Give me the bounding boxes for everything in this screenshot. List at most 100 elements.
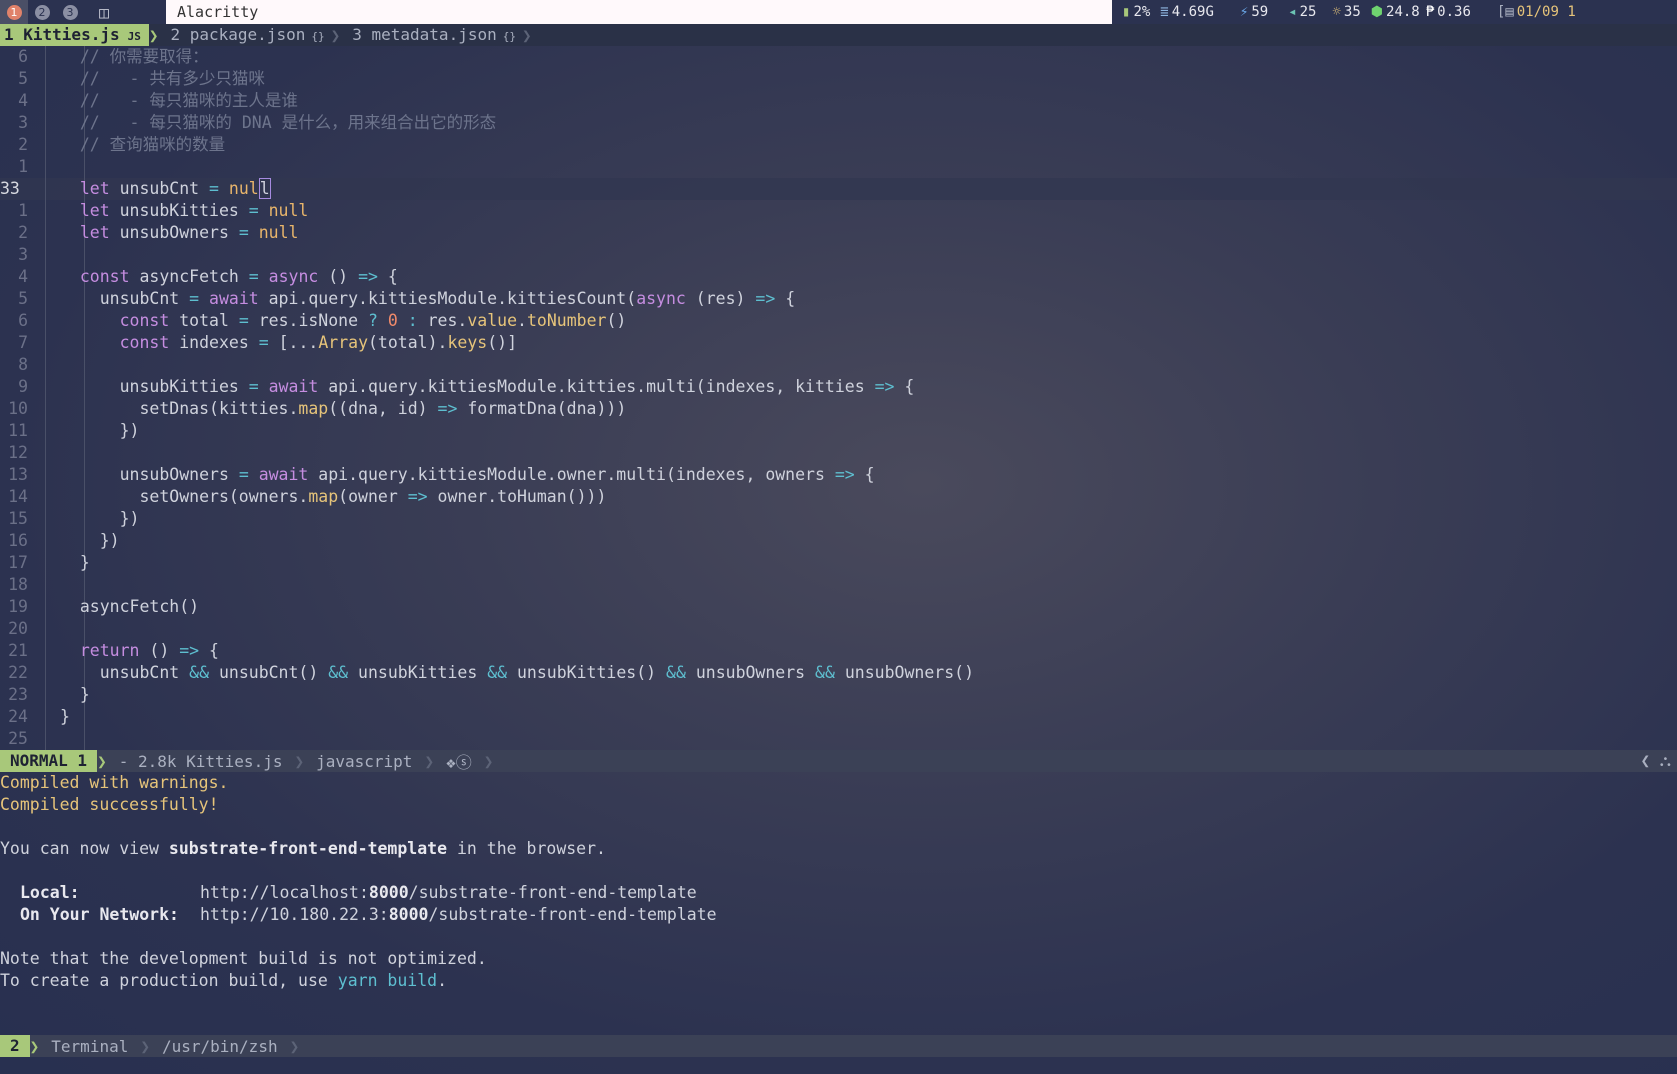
- code-token: unsubKitties: [119, 201, 249, 220]
- workspace-2[interactable]: 2: [28, 0, 56, 24]
- code-line[interactable]: 8: [0, 354, 1677, 376]
- code-token: unsubOwners: [119, 223, 239, 242]
- code-line[interactable]: 17 }: [0, 552, 1677, 574]
- workspace-1[interactable]: 1: [0, 0, 28, 24]
- line-number: 9: [18, 377, 28, 396]
- code-line[interactable]: 15 }): [0, 508, 1677, 530]
- indent-guide: [45, 112, 46, 134]
- tab-package-json[interactable]: 2 package.json{}: [158, 24, 330, 46]
- line-number: 19: [8, 597, 28, 616]
- code-editor[interactable]: 6 // 你需要取得： 5 // - 共有多少只猫咪 4 // - 每只猫咪的主人是…: [0, 46, 1677, 750]
- code-token: =>: [874, 377, 905, 396]
- code-line[interactable]: 14 setOwners(owners.map(owner => owner.t…: [0, 486, 1677, 508]
- window-title: Alacritty: [166, 0, 1112, 24]
- code-line[interactable]: 5 // - 共有多少只猫咪: [0, 68, 1677, 90]
- code-line[interactable]: 12: [0, 442, 1677, 464]
- code-text: asyncFetch(): [60, 596, 199, 618]
- statusline-separator: ❯: [140, 1036, 150, 1056]
- code-line[interactable]: 21 return () => {: [0, 640, 1677, 662]
- code-text: // 查询猫咪的数量: [60, 134, 225, 156]
- line-number: 25: [8, 729, 28, 748]
- code-line[interactable]: 33 let unsubCnt = null: [0, 178, 1677, 200]
- code-line[interactable]: 6 const total = res.isNone ? 0 : res.val…: [0, 310, 1677, 332]
- indent-guide: [45, 618, 46, 640]
- code-line[interactable]: 4 // - 每只猫咪的主人是谁: [0, 90, 1677, 112]
- indent-guide: [45, 310, 46, 332]
- line-number: 17: [8, 553, 28, 572]
- line-number: 12: [8, 443, 28, 462]
- indent-guide: [84, 574, 85, 596]
- filetype: javascript: [316, 751, 413, 771]
- code-line[interactable]: 20: [0, 618, 1677, 640]
- code-token: api.query.kittiesModule.kitties.multi(in…: [328, 377, 875, 396]
- code-text: // - 每只猫咪的主人是谁: [60, 90, 298, 112]
- tab-separator: ❯: [148, 25, 159, 45]
- tab-kitties-js[interactable]: 1 Kitties.js JS: [0, 24, 149, 46]
- code-token: indexes: [179, 333, 259, 352]
- code-token: setDnas(kitties.: [60, 399, 299, 418]
- code-line[interactable]: 19 asyncFetch(): [0, 596, 1677, 618]
- code-text: // 你需要取得：: [60, 46, 209, 68]
- code-line[interactable]: 13 unsubOwners = await api.query.kitties…: [0, 464, 1677, 486]
- code-line[interactable]: 2 // 查询猫咪的数量: [0, 134, 1677, 156]
- line-number: 1: [18, 157, 28, 176]
- indent-guide: [84, 442, 85, 464]
- code-token: [...: [278, 333, 319, 352]
- code-line[interactable]: 6 // 你需要取得：: [0, 46, 1677, 68]
- code-line[interactable]: 3 // - 每只猫咪的 DNA 是什么，用来组合出它的形态: [0, 112, 1677, 134]
- code-token: formatDna(dna))): [467, 399, 627, 418]
- indent-guide: [45, 640, 46, 662]
- code-line[interactable]: 9 unsubKitties = await api.query.kitties…: [0, 376, 1677, 398]
- code-line[interactable]: 2 let unsubOwners = null: [0, 222, 1677, 244]
- code-line[interactable]: 18: [0, 574, 1677, 596]
- code-line[interactable]: 1: [0, 156, 1677, 178]
- indent-guide: [45, 134, 46, 156]
- code-token: (): [606, 311, 627, 330]
- battery-status: ▮ 2%: [1122, 4, 1151, 20]
- indent-guide: [84, 244, 85, 266]
- status-bar: ▮ 2% ≣ 4.69G ⚡ 59 ◂ 25 ☼ 35 ⬢ 24.8 ₱ 0.36 [▤ 01/…: [1112, 0, 1576, 24]
- line-number: 20: [8, 619, 28, 638]
- indent-guide: [45, 530, 46, 552]
- local-url[interactable]: http://localhost:8000/substrate-front-en…: [200, 883, 697, 902]
- tab-metadata-json[interactable]: 3 metadata.json{}: [340, 24, 522, 46]
- code-token: unsubKitties: [358, 663, 488, 682]
- indent-guide: [45, 178, 46, 200]
- text-cursor: l: [258, 178, 271, 199]
- power-status: ⚡ 59: [1239, 4, 1269, 20]
- code-line[interactable]: 16 }): [0, 530, 1677, 552]
- code-line[interactable]: 11 }): [0, 420, 1677, 442]
- code-text: unsubCnt && unsubCnt() && unsubKitties &…: [60, 662, 974, 684]
- code-token: api.query.kittiesModule.owner.multi(inde…: [318, 465, 835, 484]
- code-line[interactable]: 22 unsubCnt && unsubCnt() && unsubKittie…: [0, 662, 1677, 684]
- workspace-3[interactable]: 3: [56, 0, 84, 24]
- code-line[interactable]: 23 }: [0, 684, 1677, 706]
- load-icon: ₱: [1425, 4, 1435, 20]
- code-line[interactable]: 5 unsubCnt = await api.query.kittiesModu…: [0, 288, 1677, 310]
- code-line[interactable]: 10 setDnas(kitties.map((dna, id) => form…: [0, 398, 1677, 420]
- line-number: 18: [8, 575, 28, 594]
- mode-indicator: NORMAL 1: [0, 750, 98, 772]
- terminal-output[interactable]: Compiled with warnings. Compiled success…: [0, 772, 1677, 992]
- indent-guide: [45, 266, 46, 288]
- network-url[interactable]: http://10.180.22.3:8000/substrate-front-…: [200, 905, 717, 924]
- code-token: const: [60, 333, 180, 352]
- code-line[interactable]: 25: [0, 728, 1677, 750]
- code-line[interactable]: 1 let unsubKitties = null: [0, 200, 1677, 222]
- code-line[interactable]: 4 const asyncFetch = async () => {: [0, 266, 1677, 288]
- code-line[interactable]: 7 const indexes = [...Array(total).keys(…: [0, 332, 1677, 354]
- code-token: async: [636, 289, 696, 308]
- code-token: owner.toHuman())): [437, 487, 607, 506]
- code-token: let: [60, 179, 120, 198]
- code-line[interactable]: 3: [0, 244, 1677, 266]
- code-token: .: [517, 311, 527, 330]
- layout-icon[interactable]: ◫: [84, 0, 124, 24]
- line-number: 3: [18, 245, 28, 264]
- code-token: =>: [179, 641, 210, 660]
- code-text: }): [60, 508, 140, 530]
- code-token: =: [238, 311, 259, 330]
- code-line[interactable]: 24}: [0, 706, 1677, 728]
